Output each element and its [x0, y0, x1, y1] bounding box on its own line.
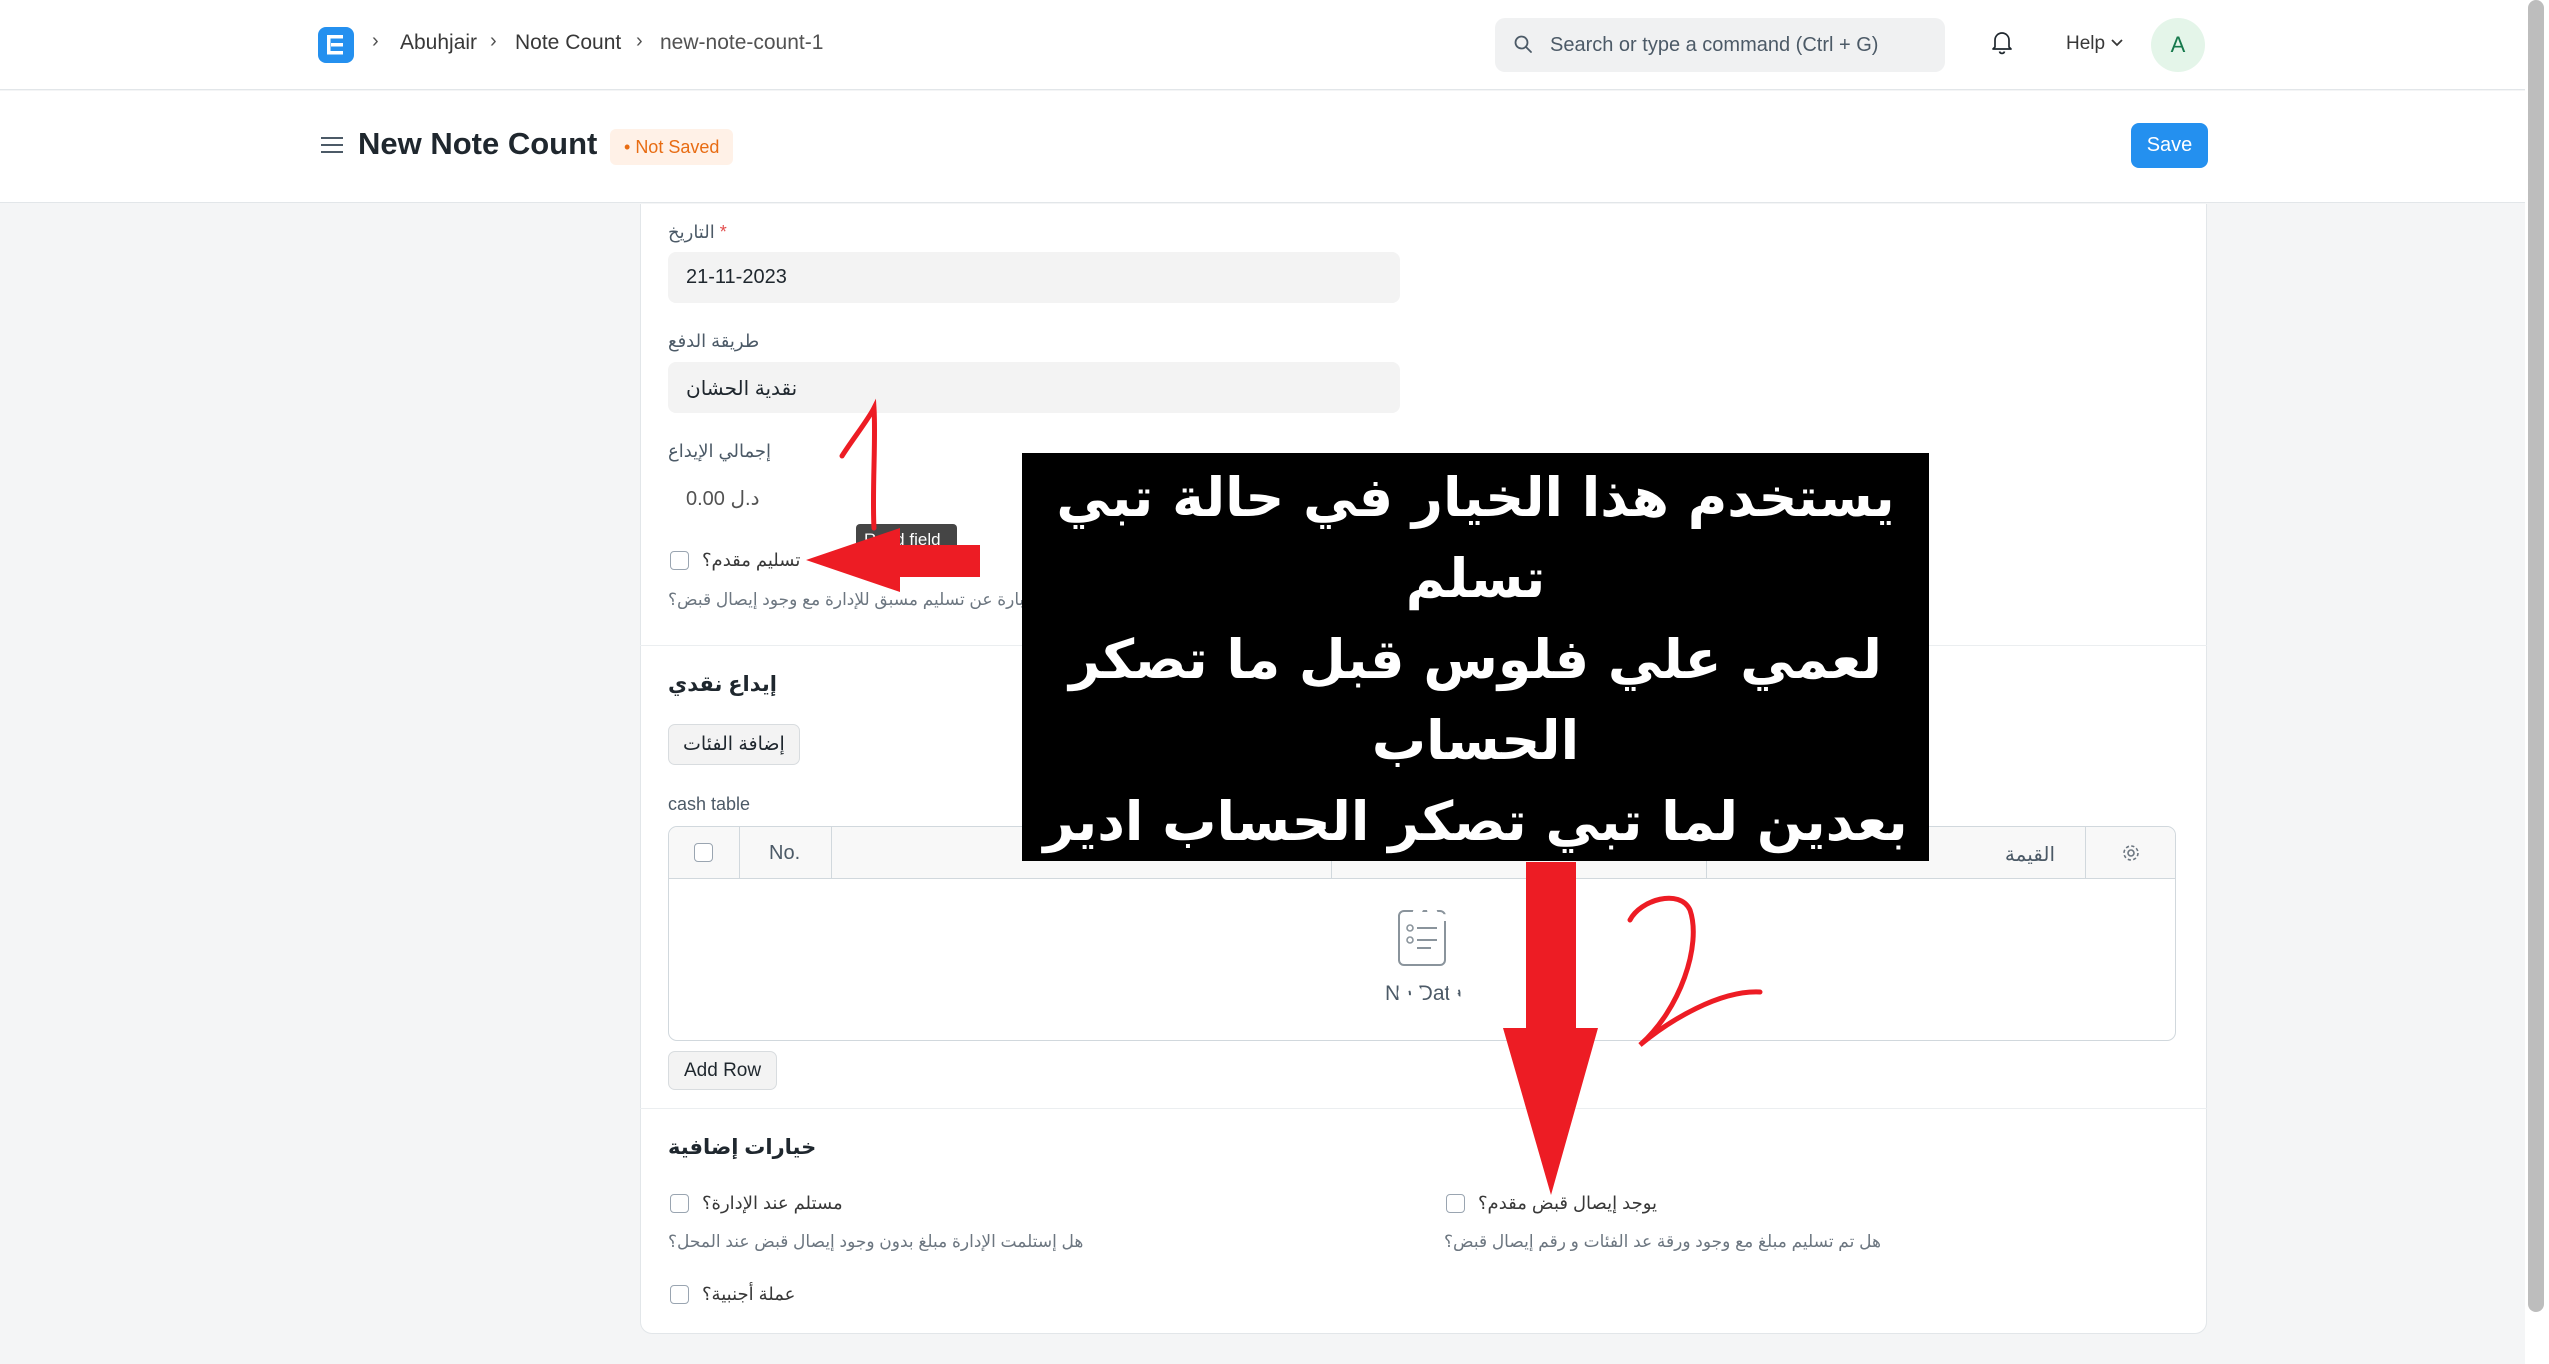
col-no: No. [769, 842, 801, 864]
payment-method-label: طريقة الدفع [668, 331, 760, 351]
select-all-cell [669, 827, 740, 879]
date-label: التاريخ * [668, 222, 727, 243]
annotation-line: عد الفئات جديدة و تختار الخيار اللي [1071, 952, 1880, 1096]
search-input[interactable]: Search or type a command (Ctrl + G) [1495, 18, 1945, 72]
received-by-admin-label: مستلم عند الإدارة؟ [702, 1193, 843, 1213]
annotation-line: لعمي علي فلوس قبل ما تصكر الحساب [1069, 628, 1882, 772]
annotation-line: يستخدم هذا الخيار في حالة تبي تسلم [1056, 466, 1895, 610]
cash-section-title: إيداع نقدي [668, 673, 777, 696]
advance-delivery-description: هل عبارة عن تسليم مسبق للإدارة مع وجود إ… [668, 590, 1062, 609]
received-by-admin-checkbox[interactable] [670, 1194, 689, 1213]
select-all-checkbox[interactable] [694, 843, 713, 862]
save-button[interactable]: Save [2131, 123, 2208, 168]
advance-receipt-description: هل تم تسليم مبلغ مع وجود ورقة عد الفئات … [1444, 1232, 1881, 1251]
annotation-line: بعدين لما تبي تصكر الحساب ادير ورقة [1043, 790, 1908, 934]
breadcrumb-current: new-note-count-1 [660, 31, 824, 54]
foreign-currency-label: عملة أجنبية؟ [702, 1284, 796, 1304]
logo-icon [327, 35, 343, 55]
sidebar-toggle-icon[interactable] [320, 135, 344, 155]
help-menu[interactable]: Help [2066, 33, 2105, 55]
scrollbar-thumb[interactable] [2528, 0, 2544, 1312]
col-value: القيمة [2004, 844, 2055, 866]
navbar: › Abuhjair › Note Count › new-note-count… [0, 0, 2525, 90]
chevron-right-icon: › [372, 30, 379, 52]
cash-table-label: cash table [668, 794, 751, 814]
total-deposit-label: إجمالي الإيداع [668, 441, 771, 461]
extra-options-title: خيارات إضافية [668, 1136, 817, 1159]
annotation-text: يستخدم هذا الخيار في حالة تبي تسلم لعمي … [1022, 453, 1929, 1177]
chevron-right-icon: › [490, 30, 497, 52]
breadcrumb-abuhjair[interactable]: Abuhjair [400, 31, 477, 55]
gear-icon[interactable] [2121, 843, 2141, 863]
required-mark: * [719, 222, 727, 242]
annotation-line: لوطا وتعبي البيانات المطلوبة [1086, 1114, 1865, 1177]
search-icon [1514, 35, 1532, 53]
page-title: New Note Count [358, 126, 598, 161]
app-logo[interactable] [318, 27, 354, 63]
breadcrumb-note-count[interactable]: Note Count [515, 31, 621, 55]
avatar[interactable]: A [2151, 18, 2205, 72]
advance-delivery-checkbox[interactable] [670, 551, 689, 570]
add-row-button[interactable]: Add Row [668, 1051, 778, 1090]
advance-receipt-label: يوجد إيصال قبض مقدم؟ [1478, 1193, 1658, 1213]
chevron-right-icon: › [636, 30, 643, 52]
foreign-currency-checkbox[interactable] [670, 1285, 689, 1304]
bell-icon[interactable] [1990, 29, 2014, 55]
chevron-down-icon [2111, 39, 2123, 47]
add-categories-button[interactable]: إضافة الفئات [668, 724, 800, 765]
payment-method-field[interactable]: نقدية الحشان [668, 362, 1400, 413]
search-placeholder: Search or type a command (Ctrl + G) [1550, 34, 1879, 56]
date-field[interactable]: 21-11-2023 [668, 252, 1400, 303]
received-by-admin-description: هل إستلمت الإدارة مبلغ بدون وجود إيصال ق… [668, 1232, 1084, 1251]
row-number-header: No. [740, 827, 832, 879]
page-head: New Note Count • Not Saved Save [0, 91, 2525, 203]
status-badge-label: Not Saved [635, 137, 720, 157]
field-tooltip: Read field [856, 524, 957, 556]
status-badge: • Not Saved [610, 129, 734, 165]
advance-receipt-checkbox[interactable] [1446, 1194, 1465, 1213]
date-label-text: التاريخ [668, 222, 715, 242]
advance-delivery-label: تسليم مقدم؟ [702, 550, 801, 570]
